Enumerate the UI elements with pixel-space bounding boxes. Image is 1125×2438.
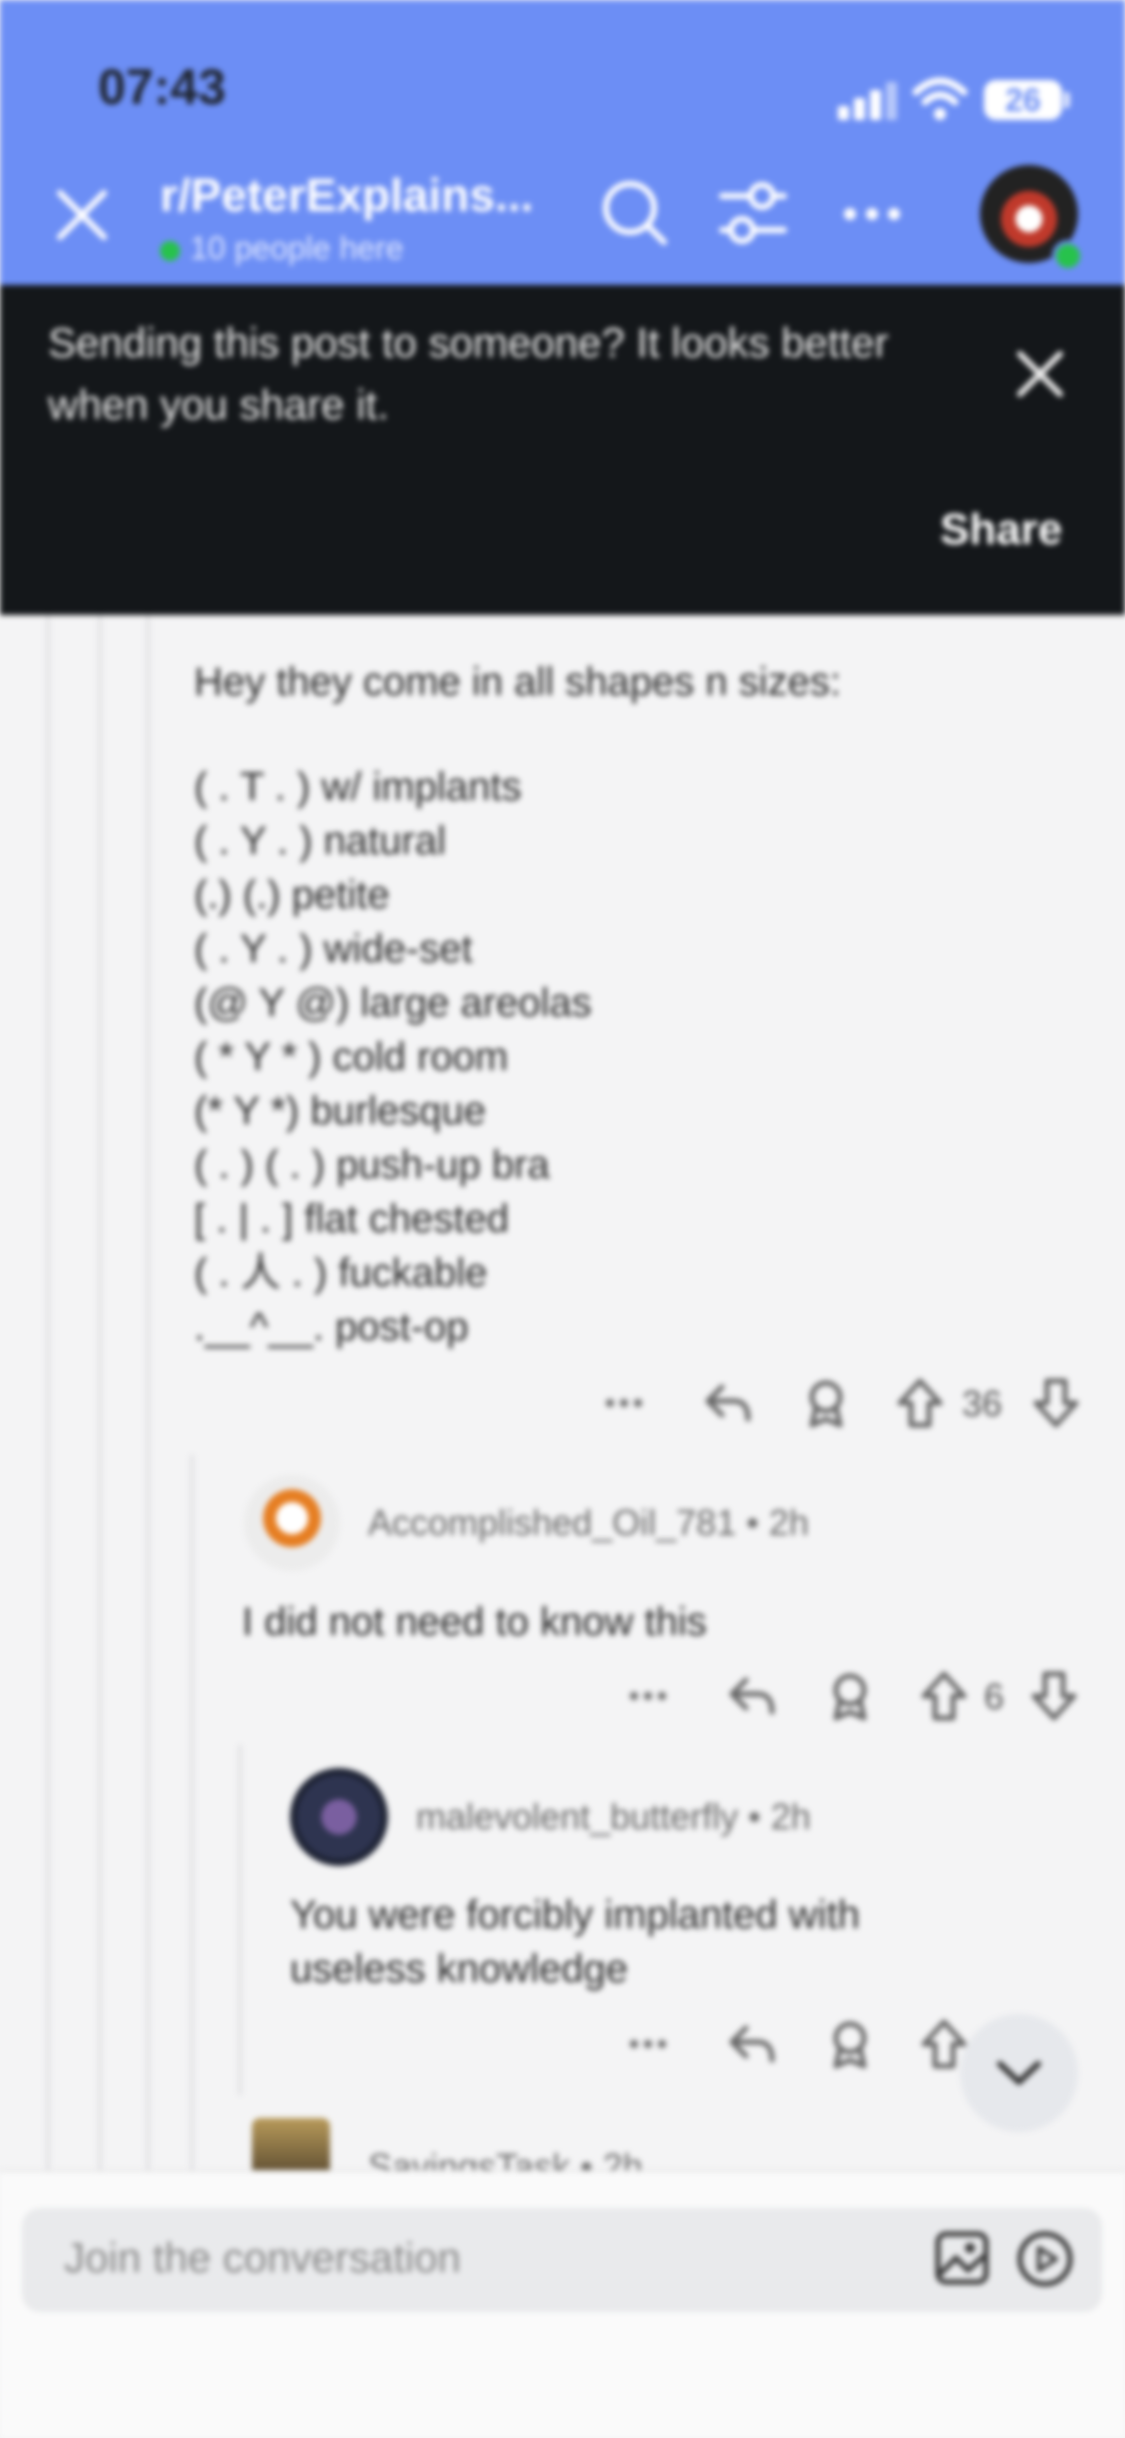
- thread-line: [98, 615, 102, 2175]
- ascii-line: (.) (.) petite: [194, 873, 390, 917]
- comment-ascii-list: ( . T . ) w/ implants ( . Y . ) natural …: [194, 760, 592, 1354]
- comment-body: I did not need to know this: [242, 1600, 707, 1644]
- online-count: 10 people here: [160, 230, 404, 267]
- thread-line: [190, 1455, 194, 2175]
- comment-body-line: useless knowledge: [290, 1947, 628, 1991]
- comment-actions: 36: [600, 1375, 1090, 1435]
- online-text: 10 people here: [190, 230, 404, 266]
- signal-icon: [838, 82, 897, 120]
- author-name[interactable]: SavingsTask: [368, 2146, 570, 2172]
- battery-indicator: 26: [984, 80, 1062, 120]
- comment-actions: 6: [624, 1668, 1090, 1728]
- share-banner-message: Sending this post to someone? It looks b…: [48, 319, 889, 428]
- subreddit-title[interactable]: r/PeterExplains...: [160, 168, 533, 222]
- author-name[interactable]: malevolent_butterfly: [416, 1796, 738, 1837]
- ascii-line: ( . Y . ) natural: [194, 819, 446, 863]
- comment-body: Hey they come in all shapes n sizes:: [194, 660, 841, 704]
- gif-icon[interactable]: [1016, 2230, 1074, 2288]
- filter-icon[interactable]: [718, 182, 788, 246]
- comment-input-placeholder[interactable]: Join the conversation: [64, 2234, 461, 2282]
- online-dot: [160, 241, 180, 261]
- battery-tip: [1064, 92, 1070, 108]
- ascii-line: ( . 人 . ) fuckable: [194, 1251, 488, 1295]
- status-time: 07:43: [98, 59, 226, 115]
- author-avatar[interactable]: [252, 2118, 330, 2178]
- more-icon[interactable]: [842, 202, 902, 226]
- ascii-line: .__^__. post-op: [194, 1305, 469, 1349]
- scroll-down-button[interactable]: [960, 2014, 1078, 2132]
- ascii-line: (@ Y @) large areolas: [194, 981, 592, 1025]
- downvote-icon[interactable]: [1028, 1375, 1084, 1431]
- comment-author[interactable]: Accomplished_Oil_781 • 2h: [368, 1502, 809, 1544]
- award-icon[interactable]: [798, 1375, 854, 1431]
- image-icon[interactable]: [934, 2230, 990, 2286]
- author-avatar[interactable]: [244, 1475, 340, 1571]
- ascii-line: ( * Y * ) cold room: [194, 1035, 509, 1079]
- comment-age: 2h: [602, 2146, 643, 2172]
- vote-count: 6: [984, 1676, 1005, 1717]
- comment-author[interactable]: malevolent_butterfly • 2h: [416, 1796, 811, 1838]
- vote-count: 36: [962, 1383, 1003, 1424]
- thread-line: [146, 615, 150, 2175]
- comment-age: 2h: [770, 1796, 811, 1837]
- more-icon[interactable]: [600, 1375, 656, 1431]
- reply-icon[interactable]: [700, 1375, 756, 1431]
- banner-close-icon[interactable]: [1012, 346, 1068, 402]
- chevron-down-icon: [997, 2061, 1041, 2085]
- thread-line: [46, 615, 50, 2175]
- share-button[interactable]: Share: [940, 505, 1062, 555]
- wifi-icon: [912, 77, 968, 120]
- ascii-line: ( . T . ) w/ implants: [194, 765, 522, 809]
- comment-age: 2h: [768, 1502, 809, 1543]
- award-icon[interactable]: [822, 2016, 878, 2072]
- ascii-line: (* Y *) burlesque: [194, 1089, 487, 1133]
- thread-line: [238, 1745, 242, 2095]
- reply-icon[interactable]: [724, 1668, 780, 1724]
- author-avatar[interactable]: [290, 1768, 388, 1866]
- award-icon[interactable]: [822, 1668, 878, 1724]
- reply-icon[interactable]: [724, 2016, 780, 2072]
- avatar-online-dot: [1052, 240, 1084, 272]
- comment-actions: [624, 2016, 984, 2076]
- more-icon[interactable]: [624, 2016, 680, 2072]
- downvote-icon[interactable]: [1026, 1668, 1082, 1724]
- ascii-line: ( . ) ( . ) push-up bra: [194, 1143, 550, 1187]
- upvote-icon[interactable]: [892, 1375, 948, 1431]
- more-icon[interactable]: [624, 1668, 680, 1724]
- comment-author[interactable]: SavingsTask • 2h: [368, 2146, 643, 2172]
- ascii-line: [ . | . ] flat chested: [194, 1197, 509, 1241]
- close-icon[interactable]: [52, 185, 112, 245]
- comment-body-line: You were forcibly implanted with: [290, 1893, 860, 1937]
- author-name[interactable]: Accomplished_Oil_781: [368, 1502, 736, 1543]
- ascii-line: ( . Y . ) wide-set: [194, 927, 473, 971]
- search-icon[interactable]: [600, 178, 670, 248]
- upvote-icon[interactable]: [916, 1668, 972, 1724]
